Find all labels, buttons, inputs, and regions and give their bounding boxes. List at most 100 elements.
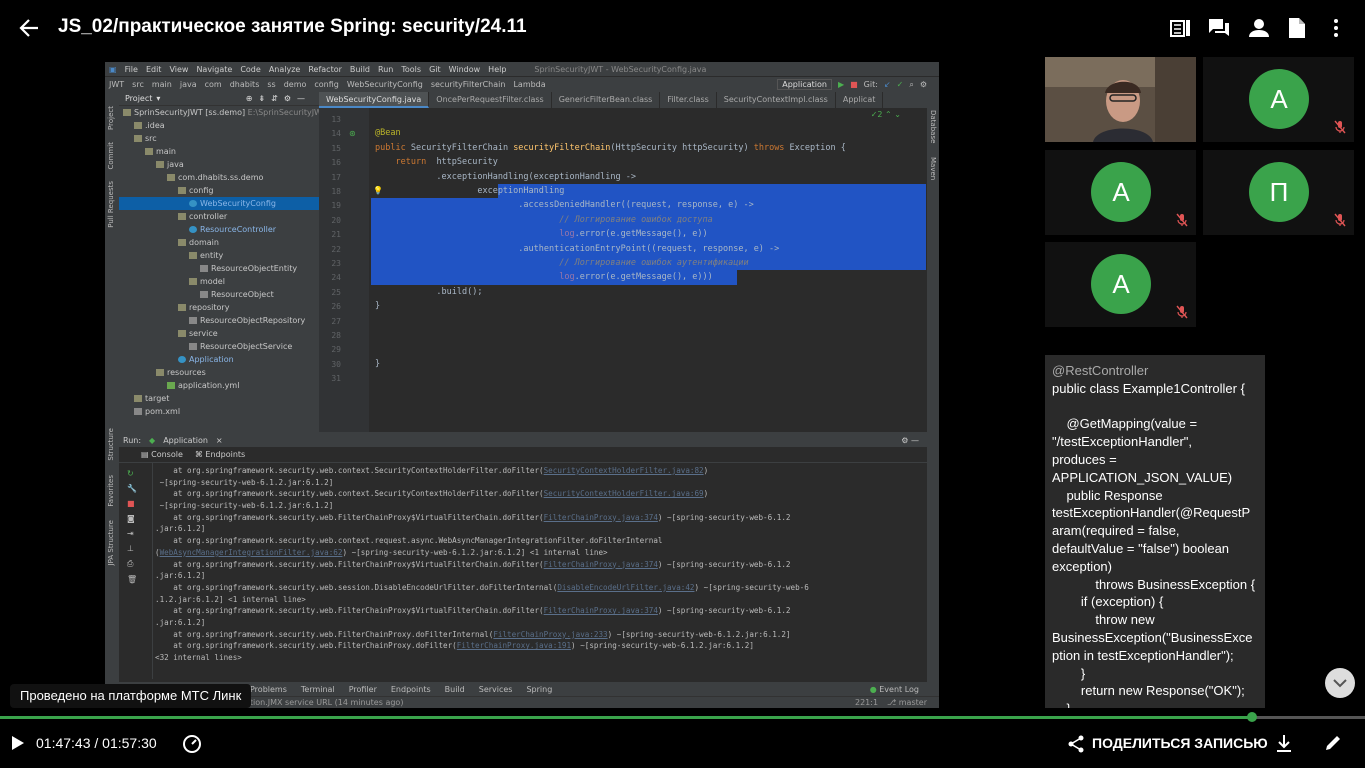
breadcrumb-item[interactable]: com [205, 80, 222, 89]
tab-console[interactable]: ▤ Console [141, 450, 183, 459]
tree-row[interactable]: Application [119, 353, 319, 366]
settings-gear-icon[interactable]: ⚙ [920, 80, 927, 89]
more-menu-icon[interactable] [1328, 18, 1350, 38]
tool-tab-endpoints[interactable]: Endpoints [391, 685, 431, 694]
tool-tab-spring[interactable]: Spring [526, 685, 552, 694]
menu-item-git[interactable]: Git [429, 65, 441, 74]
database-tool-label[interactable]: Database [929, 110, 937, 143]
tool-tab-profiler[interactable]: Profiler [349, 685, 377, 694]
agenda-icon[interactable] [1170, 18, 1192, 38]
pull-requests-tool-label[interactable]: Pull Requests [107, 181, 115, 228]
search-icon[interactable]: ⌕ [909, 80, 913, 90]
run-panel-settings-icon[interactable]: ⚙ — [901, 436, 919, 445]
tree-row[interactable]: java [119, 158, 319, 171]
tree-row[interactable]: main [119, 145, 319, 158]
participant-tile[interactable]: A [1203, 57, 1354, 142]
tree-row[interactable]: ResourceObjectRepository [119, 314, 319, 327]
menu-item-run[interactable]: Run [378, 65, 393, 74]
tree-row[interactable]: ResourceController [119, 223, 319, 236]
tree-row[interactable]: WebSecurityConfig [119, 197, 319, 210]
menu-item-refactor[interactable]: Refactor [308, 65, 342, 74]
code-editor[interactable]: WebSecurityConfig.java OncePerRequestFilt… [319, 92, 927, 432]
project-panel-title[interactable]: Project [125, 94, 152, 103]
tree-row[interactable]: .idea [119, 119, 319, 132]
editor-tab[interactable]: Filter.class [660, 92, 717, 108]
project-tool-label[interactable]: Project [107, 106, 115, 130]
menu-item-help[interactable]: Help [488, 65, 506, 74]
pin-icon[interactable]: ⊥ [127, 544, 152, 553]
tree-row[interactable]: controller [119, 210, 319, 223]
rerun-icon[interactable]: ↻ [127, 469, 152, 478]
share-icon[interactable] [1068, 735, 1084, 758]
progress-knob[interactable] [1246, 712, 1257, 722]
tab-endpoints[interactable]: ⌘ Endpoints [195, 450, 245, 459]
run-icon[interactable]: ▶ [838, 80, 844, 89]
tree-row[interactable]: ResourceObjectEntity [119, 262, 319, 275]
breadcrumb-item[interactable]: config [314, 80, 338, 89]
stop-run-icon[interactable]: ■ [127, 499, 152, 508]
git-commit-icon[interactable]: ✓ [897, 80, 904, 89]
download-icon[interactable] [1276, 735, 1292, 758]
tree-row[interactable]: SprinSecurityJWT [ss.demo] E:\SprinSecur… [119, 106, 322, 119]
playback-progress[interactable] [0, 712, 1365, 722]
menu-item-edit[interactable]: Edit [146, 65, 162, 74]
share-recording-button[interactable]: ПОДЕЛИТЬСЯ ЗАПИСЬЮ [1092, 735, 1268, 751]
tree-row[interactable]: ResourceObjectService [119, 340, 319, 353]
tree-row[interactable]: com.dhabits.ss.demo [119, 171, 319, 184]
breadcrumb-item[interactable]: java [180, 80, 197, 89]
git-update-icon[interactable]: ↙ [884, 80, 891, 89]
code-area[interactable]: @Bean public SecurityFilterChain security… [371, 108, 927, 432]
event-log-button[interactable]: ● Event Log [870, 685, 919, 694]
structure-tool-label[interactable]: Structure [107, 428, 115, 461]
tree-row[interactable]: service [119, 327, 319, 340]
tree-row[interactable]: domain [119, 236, 319, 249]
console-output[interactable]: at org.springframework.security.web.cont… [155, 465, 925, 677]
tool-tab-services[interactable]: Services [479, 685, 513, 694]
wrench-icon[interactable]: 🔧 [127, 484, 152, 493]
tree-row[interactable]: src [119, 132, 319, 145]
breadcrumb-item[interactable]: main [152, 80, 172, 89]
participants-icon[interactable] [1248, 18, 1270, 38]
commit-tool-label[interactable]: Commit [107, 142, 115, 170]
print-icon[interactable]: ⎙ [127, 559, 152, 569]
menu-item-window[interactable]: Window [449, 65, 481, 74]
run-tab-application[interactable]: Application [163, 436, 208, 445]
menu-item-navigate[interactable]: Navigate [196, 65, 232, 74]
tree-row[interactable]: pom.xml [119, 405, 319, 418]
breadcrumb-item[interactable]: dhabits [230, 80, 260, 89]
camera-icon[interactable]: ◙ [127, 514, 152, 523]
menu-item-tools[interactable]: Tools [401, 65, 421, 74]
participant-tile[interactable]: A [1045, 150, 1196, 235]
tree-row[interactable]: config [119, 184, 319, 197]
tool-tab-terminal[interactable]: Terminal [301, 685, 335, 694]
breadcrumb-item[interactable]: JWT [109, 80, 124, 89]
exit-icon[interactable]: ⇥ [127, 529, 152, 538]
tree-row[interactable]: target [119, 392, 319, 405]
editor-tab[interactable]: OncePerRequestFilter.class [429, 92, 552, 108]
maven-tool-label[interactable]: Maven [929, 157, 937, 180]
breadcrumb-item[interactable]: src [132, 80, 144, 89]
chevron-down-icon[interactable]: ▾ [156, 94, 160, 103]
git-branch[interactable]: ⎇ master [887, 697, 927, 708]
jpa-structure-tool-label[interactable]: JPA Structure [107, 520, 115, 565]
document-icon[interactable] [1288, 18, 1310, 38]
tree-row[interactable]: ResourceObject [119, 288, 319, 301]
tree-row[interactable]: application.yml [119, 379, 319, 392]
breadcrumb-item[interactable]: demo [284, 80, 307, 89]
menu-item-build[interactable]: Build [350, 65, 370, 74]
chat-icon[interactable] [1208, 18, 1230, 38]
tree-row[interactable]: resources [119, 366, 319, 379]
participant-tile[interactable]: A [1045, 242, 1196, 327]
menu-item-view[interactable]: View [169, 65, 188, 74]
edit-pencil-icon[interactable] [1324, 734, 1342, 757]
tool-tab-problems[interactable]: Problems [250, 685, 287, 694]
play-icon[interactable] [12, 736, 24, 755]
tree-row[interactable]: repository [119, 301, 319, 314]
run-config-select[interactable]: Application [777, 79, 832, 90]
breadcrumb-item[interactable]: ss [267, 80, 275, 89]
breadcrumb-item[interactable]: Lambda [513, 80, 545, 89]
stop-icon[interactable]: ■ [850, 80, 858, 89]
tool-tab-build[interactable]: Build [445, 685, 465, 694]
favorites-tool-label[interactable]: Favorites [107, 475, 115, 507]
editor-tab[interactable]: SecurityContextImpl.class [717, 92, 836, 108]
